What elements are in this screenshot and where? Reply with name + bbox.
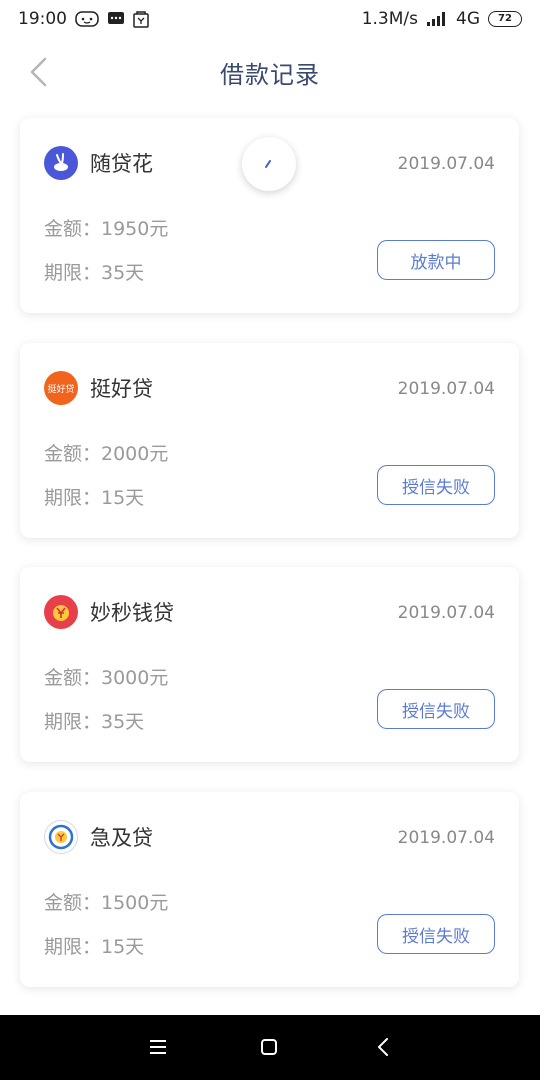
record-date: 2019.07.04 <box>397 154 495 174</box>
loan-amount: 金额：3000元 <box>44 667 169 689</box>
card-header: 妙秒钱贷 <box>44 595 174 629</box>
loan-record-card[interactable]: 急及贷 2019.07.04 金额：1500元 期限：15天 授信失败 <box>20 792 519 987</box>
loading-spinner-icon <box>242 137 296 191</box>
home-square-icon <box>261 1039 277 1055</box>
tinghaodai-logo-icon: 挺好贷 <box>44 371 78 405</box>
app-name: 妙秒钱贷 <box>90 601 174 625</box>
network-speed: 1.3M/s <box>361 9 418 29</box>
exchange-logo-icon <box>44 820 78 854</box>
status-button[interactable]: 授信失败 <box>377 465 495 505</box>
app-name: 随贷花 <box>90 152 153 176</box>
loan-term: 期限：35天 <box>44 262 145 284</box>
loan-record-card[interactable]: 挺好贷 挺好贷 2019.07.04 金额：2000元 期限：15天 授信失败 <box>20 343 519 538</box>
status-right: 1.3M/s 4G 72 <box>362 9 522 29</box>
loan-record-card[interactable]: 妙秒钱贷 2019.07.04 金额：3000元 期限：35天 授信失败 <box>20 567 519 762</box>
record-date: 2019.07.04 <box>397 828 495 848</box>
status-button[interactable]: 授信失败 <box>377 914 495 954</box>
battery-level: 72 <box>498 13 512 24</box>
message-icon <box>107 11 125 27</box>
status-button[interactable]: 授信失败 <box>377 689 495 729</box>
card-header: 随贷花 <box>44 146 153 180</box>
battery-icon: 72 <box>488 11 522 27</box>
loan-amount: 金额：1500元 <box>44 892 169 914</box>
header: 借款记录 <box>0 38 540 106</box>
chevron-left-icon <box>30 57 47 87</box>
rabbit-logo-icon <box>44 146 78 180</box>
menu-button[interactable] <box>146 1035 170 1059</box>
shopping-bag-icon <box>133 10 149 28</box>
logo-text: 挺好贷 <box>47 384 75 395</box>
status-button[interactable]: 放款中 <box>377 240 495 280</box>
page-title: 借款记录 <box>220 60 320 89</box>
system-back-button[interactable] <box>371 1035 395 1059</box>
loan-term: 期限：35天 <box>44 711 145 733</box>
signal-icon <box>426 11 448 27</box>
network-type: 4G <box>456 9 480 29</box>
back-arrow-icon <box>378 1038 388 1056</box>
app-name: 挺好贷 <box>90 377 153 401</box>
status-left: 19:00 <box>18 9 149 29</box>
loan-term: 期限：15天 <box>44 936 145 958</box>
app-name: 急及贷 <box>90 826 153 850</box>
coin-logo-icon <box>44 595 78 629</box>
loan-amount: 金额：2000元 <box>44 443 169 465</box>
record-date: 2019.07.04 <box>397 603 495 623</box>
status-time: 19:00 <box>18 9 67 29</box>
system-nav-bar <box>0 1015 540 1080</box>
status-bar: 19:00 1.3M/s 4G 72 <box>0 0 540 38</box>
card-header: 挺好贷 挺好贷 <box>44 371 153 405</box>
menu-icon <box>150 1040 166 1054</box>
record-date: 2019.07.04 <box>397 379 495 399</box>
loan-term: 期限：15天 <box>44 487 145 509</box>
card-header: 急及贷 <box>44 820 153 854</box>
home-button[interactable] <box>257 1035 281 1059</box>
chat-notification-icon <box>75 11 99 27</box>
back-button[interactable] <box>22 52 54 92</box>
loan-amount: 金额：1950元 <box>44 218 169 240</box>
